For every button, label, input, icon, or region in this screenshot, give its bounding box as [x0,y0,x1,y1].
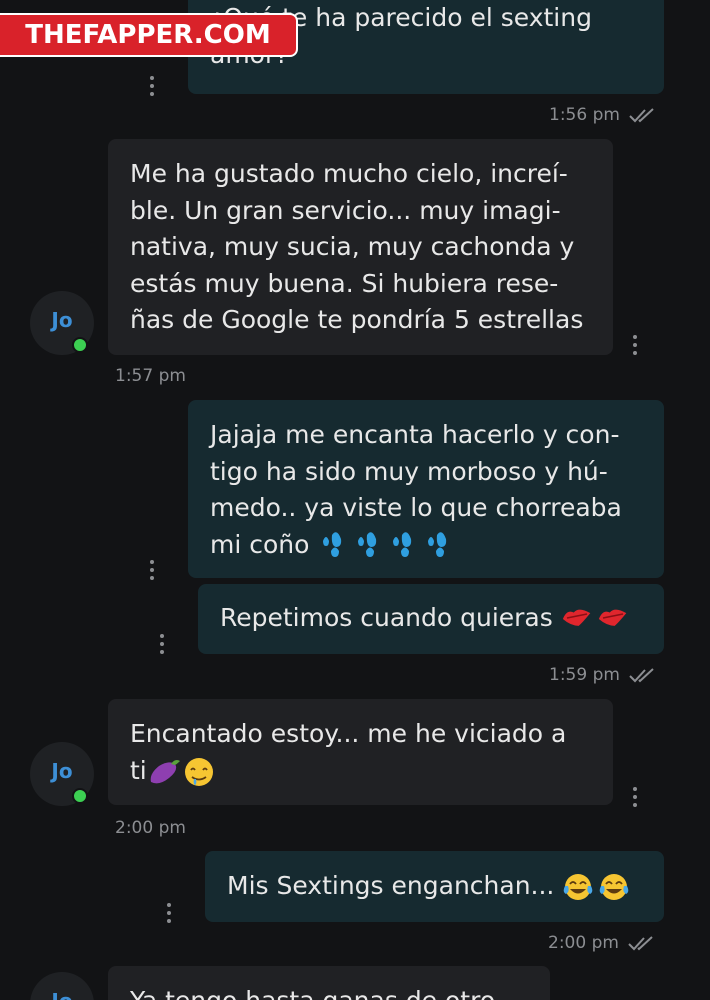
avatar-initials: Jo [51,308,73,332]
avatar[interactable]: Jo [30,972,94,1000]
tears-of-joy-icon [564,874,629,900]
message-text: Ya tengo hasta ganas de otro [130,983,530,1000]
message-timestamp: 2:00 pm [115,818,186,838]
message-options-icon[interactable] [632,787,638,809]
message-bubble-incoming[interactable]: Ya tengo hasta ganas de otro [108,966,550,1000]
message-timestamp: 1:57 pm [115,366,186,386]
double-check-icon [629,108,654,123]
message-text: Repetimos cuando quieras [220,600,644,637]
message-text: Encantado estoy... me he viciado a ti [130,716,593,789]
message-bubble-outgoing[interactable]: Jajaja me encanta hacerlo y con- tigo ha… [188,400,664,578]
message-options-icon[interactable] [632,335,638,357]
message-options-icon[interactable] [149,560,155,582]
online-status-dot [72,788,88,804]
message-options-icon[interactable] [149,76,155,98]
message-bubble-incoming[interactable]: Me ha gustado mucho cielo, increí- ble. … [108,139,613,355]
chat-screen: THEFAPPER.COM ¿Qué te ha parecido el sex… [0,0,710,1000]
avatar[interactable]: Jo [30,291,94,355]
avatar-initials: Jo [30,989,94,1000]
message-bubble-outgoing[interactable]: Repetimos cuando quieras [198,584,664,654]
message-timestamp: 1:59 pm [549,665,660,685]
message-timestamp: 1:56 pm [549,105,660,125]
message-timestamp: 2:00 pm [548,933,659,953]
avatar-initials: Jo [51,759,73,783]
message-options-icon[interactable] [159,634,165,656]
double-check-icon [628,936,653,951]
watermark-text: THEFAPPER.COM [25,20,271,50]
double-check-icon [629,668,654,683]
eggplant-drooling-face-icon [150,757,213,786]
message-text: Me ha gustado mucho cielo, increí- ble. … [130,159,584,334]
online-status-dot [72,337,88,353]
message-options-icon[interactable] [166,903,172,925]
message-bubble-incoming[interactable]: Encantado estoy... me he viciado a ti [108,699,613,805]
message-bubble-outgoing[interactable]: Mis Sextings enganchan... [205,851,664,922]
avatar[interactable]: Jo [30,742,94,806]
kiss-mark-icon [562,609,627,626]
message-text: Jajaja me encanta hacerlo y con- tigo ha… [210,420,622,559]
message-text: Mis Sextings enganchan... [227,868,644,905]
sweat-droplets-icon [323,531,447,557]
watermark-logo: THEFAPPER.COM [0,13,298,57]
